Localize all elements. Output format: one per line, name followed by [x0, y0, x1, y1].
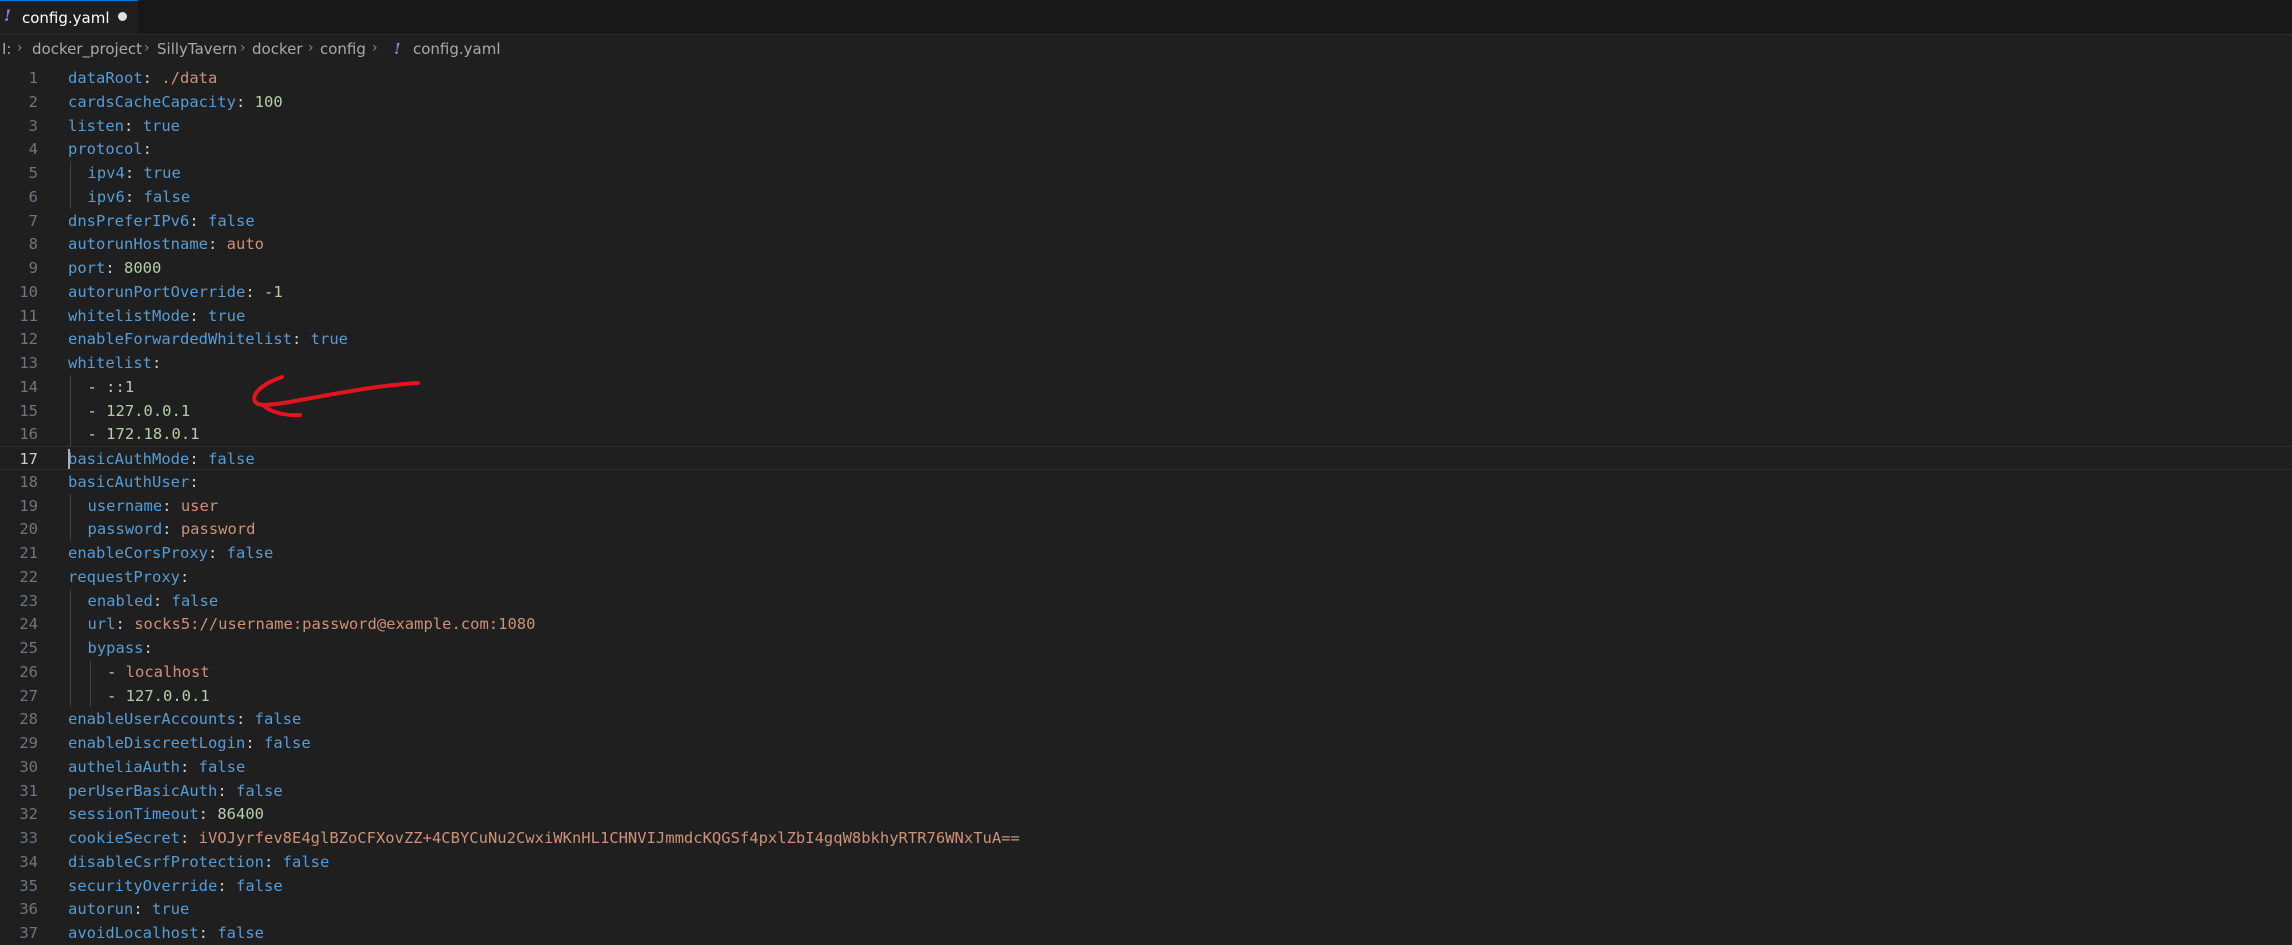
hand-drawn-arrow-icon	[252, 375, 420, 418]
